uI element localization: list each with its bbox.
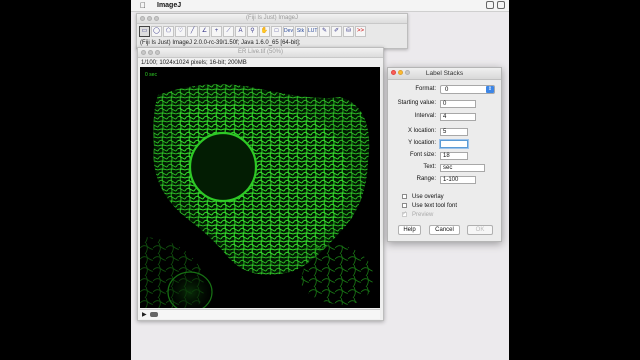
hand-tool-icon[interactable]: ✋ [259,26,270,37]
imagej-title: (Fiji Is Just) ImageJ [245,15,298,21]
stk-tool-button[interactable]: Stk [295,26,306,37]
fluorescence-image: 0 sec [140,67,380,308]
starting-value-field[interactable]: 0 [440,100,476,108]
imagej-toolbar-window: (Fiji Is Just) ImageJ ▭ ◯ ⬠ ♡ ╱ ∠ + ⟋ A … [136,13,408,49]
range-field[interactable]: 1-100 [440,176,476,184]
use-overlay-label: Use overlay [412,194,444,200]
zoom-icon[interactable] [155,50,160,55]
checkbox-box[interactable] [402,202,407,208]
minimize-icon[interactable] [398,70,403,75]
dialog-title: Label Stacks [425,70,464,77]
imagej-title-bar[interactable]: (Fiji Is Just) ImageJ [137,14,407,24]
zoom-icon[interactable] [154,16,159,21]
status-icon[interactable] [486,1,494,9]
starting-value-label: Starting value: [397,100,436,106]
use-overlay-checkbox[interactable]: Use overlay [402,193,444,201]
text-tool-icon[interactable]: A [235,26,246,37]
x-location-label: X location: [407,128,436,134]
angle-tool-icon[interactable]: ∠ [199,26,210,37]
play-icon[interactable]: ▶ [142,312,147,318]
polygon-tool-icon[interactable]: ⬠ [163,26,174,37]
rectangle-tool-icon[interactable]: ▭ [139,26,150,37]
x-location-field[interactable]: 5 [440,128,468,136]
desktop:  ImageJ (Fiji Is Just) ImageJ ▭ ◯ ⬠ ♡ ╱… [131,0,509,360]
preview-checkbox: Preview [402,210,434,219]
interval-field[interactable]: 4 [440,113,476,121]
minimize-icon[interactable] [148,50,153,55]
use-text-tool-font-checkbox[interactable]: Use text tool font [402,202,457,210]
wand-tool-icon[interactable]: ⟋ [223,26,234,37]
brush-tool-icon[interactable]: ✐ [331,26,342,37]
image-window: ER Live.tif (50%) 1/100; 1024x1024 pixel… [137,47,384,321]
menu-bar:  ImageJ [131,0,509,12]
use-text-tool-font-label: Use text tool font [412,203,458,209]
checkbox-box [402,210,407,218]
text-field[interactable]: sec [440,164,485,172]
dialog-title-bar[interactable]: Label Stacks [388,68,501,80]
zoom-icon[interactable] [405,70,410,75]
menu-bar-status-icons [486,1,505,9]
lut-tool-button[interactable]: LUT [307,26,318,37]
slider-thumb[interactable] [150,312,158,317]
label-stacks-dialog: Label Stacks Format: 0 ⇕ Starting value:… [387,67,502,242]
pencil-tool-icon[interactable]: ✎ [319,26,330,37]
point-tool-icon[interactable]: + [211,26,222,37]
format-value: 0 [445,87,449,93]
tool-bar: ▭ ◯ ⬠ ♡ ╱ ∠ + ⟋ A ⚲ ✋ □ Dev Stk LUT ✎ ✐ … [139,26,407,37]
close-icon[interactable] [141,50,146,55]
checkbox-box[interactable] [402,193,407,199]
magnifier-tool-icon[interactable]: ⚲ [247,26,258,37]
flood-fill-tool-icon[interactable]: ⛁ [343,26,354,37]
range-label: Range: [416,176,436,182]
format-select[interactable]: 0 ⇕ [440,85,495,94]
close-icon[interactable] [391,70,396,75]
stack-slider[interactable]: ▶ [140,309,380,319]
stack-label: 0 sec [145,72,157,78]
oval-tool-icon[interactable]: ◯ [151,26,162,37]
image-canvas[interactable]: 0 sec [140,67,380,308]
minimize-icon[interactable] [147,16,152,21]
window-controls [141,50,160,55]
freehand-tool-icon[interactable]: ♡ [175,26,186,37]
color-picker-tool-icon[interactable]: □ [271,26,282,37]
app-menu[interactable]: ImageJ [157,0,181,11]
font-size-field[interactable]: 18 [440,152,468,160]
interval-label: Interval: [414,113,436,119]
ok-button[interactable]: OK [467,225,493,235]
preview-label: Preview [412,212,434,218]
format-label: Format: [415,86,436,92]
status-icon[interactable] [497,1,505,9]
chevron-updown-icon: ⇕ [486,86,494,93]
image-info: 1/100; 1024x1024 pixels; 16-bit; 200MB [141,60,247,66]
cancel-button[interactable]: Cancel [429,225,460,235]
font-size-label: Font size: [409,152,436,158]
close-icon[interactable] [140,16,145,21]
window-controls [391,70,410,75]
more-tools-button[interactable]: >> [355,26,366,37]
window-controls [140,16,159,21]
text-label: Text: [423,164,436,170]
help-button[interactable]: Help [398,225,421,235]
line-tool-icon[interactable]: ╱ [187,26,198,37]
imagej-status-bar: (Fiji Is Just) ImageJ 2.0.0-rc-39/1.50f;… [140,40,301,46]
image-title-bar[interactable]: ER Live.tif (50%) [138,48,383,58]
image-title: ER Live.tif (50%) [237,49,283,55]
apple-icon[interactable]:  [140,0,146,11]
dev-tool-button[interactable]: Dev [283,26,294,37]
y-location-field[interactable] [440,140,468,148]
y-location-label: Y location: [408,140,436,146]
